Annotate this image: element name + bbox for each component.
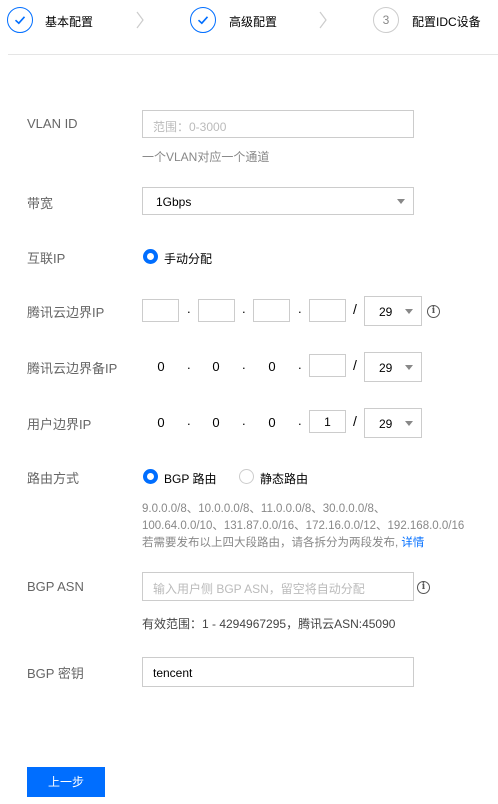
step-1-check-icon [7,7,33,33]
manual-allocation-radio[interactable] [143,249,158,264]
details-link[interactable]: 详情 [401,537,424,549]
tencent-backup-ip-mask-select[interactable]: 29 [364,352,422,382]
slash-separator: / [353,357,357,373]
vlan-id-input[interactable]: 范围：0-3000 [142,110,414,138]
dc-connect-wizard: 基本配置 高级配置 3 配置IDC设备 VLAN ID 范围：0-3000 一个… [0,0,498,804]
tencent-edge-ip-octet-2[interactable] [198,299,235,322]
caret-down-icon [405,365,413,370]
step-2-check-icon [190,7,216,33]
step-1-label: 基本配置 [45,15,94,29]
tencent-edge-ip-octet-4[interactable] [309,299,346,322]
slash-separator: / [353,413,357,429]
step-2-label: 高级配置 [229,15,278,29]
chevron-right-icon [136,11,144,29]
dot-separator: . [242,357,246,372]
caret-down-icon [405,309,413,314]
bgp-asn-label: BGP ASN [27,579,84,594]
chevron-right-icon [319,11,327,29]
bgp-key-value: tencent [153,666,193,680]
info-icon[interactable]: i [427,305,440,318]
static-routing-radio[interactable] [239,469,254,484]
dot-separator: . [298,357,302,372]
dot-separator: . [187,413,191,428]
caret-down-icon [405,421,413,426]
caret-down-icon [397,199,405,204]
reserved-routes-line-1: 9.0.0.0/8、10.0.0.0/8、11.0.0.0/8、30.0.0.0… [142,503,386,515]
dot-separator: . [187,357,191,372]
bandwidth-select[interactable]: 1Gbps [142,187,414,215]
user-edge-ip-octet-4[interactable]: 1 [309,410,346,433]
tencent-backup-ip-octet-3: 0 [268,359,276,374]
tencent-backup-ip-octet-1: 0 [157,359,165,374]
previous-step-button[interactable]: 上一步 [27,767,105,797]
step-3-label: 配置IDC设备 [412,15,481,29]
bgp-asn-hint: 有效范围：1 - 4294967295，腾讯云ASN:45090 [142,617,396,631]
dot-separator: . [298,301,302,316]
tencent-edge-ip-label: 腾讯云边界IP [27,305,105,320]
user-edge-ip-mask-select[interactable]: 29 [364,408,422,438]
vlan-id-hint: 一个VLAN对应一个通道 [142,150,270,164]
bgp-key-input[interactable]: tencent [142,657,414,687]
tencent-backup-ip-octet-4[interactable] [309,354,346,377]
tencent-backup-ip-octet-2: 0 [212,359,220,374]
bandwidth-label: 带宽 [27,196,54,211]
step-3-number: 3 [373,7,399,33]
dot-separator: . [187,301,191,316]
bgp-routing-radio[interactable] [143,469,158,484]
tencent-backup-ip-label: 腾讯云边界备IP [27,361,118,376]
vlan-id-placeholder: 范围：0-3000 [153,120,227,134]
tencent-edge-ip-octet-3[interactable] [253,299,290,322]
bgp-asn-placeholder: 输入用户侧 BGP ASN，留空将自动分配 [153,582,365,596]
bgp-key-label: BGP 密钥 [27,666,84,681]
routing-method-label: 路由方式 [27,471,80,486]
user-edge-ip-octet-3: 0 [268,415,276,430]
vlan-id-label: VLAN ID [27,116,78,131]
user-edge-ip-label: 用户边界IP [27,417,92,432]
dot-separator: . [242,301,246,316]
bandwidth-value: 1Gbps [156,195,192,209]
user-edge-ip-octet-2: 0 [212,415,220,430]
steps-divider [8,54,498,55]
dot-separator: . [298,413,302,428]
reserved-routes-line-2: 100.64.0.0/10、131.87.0.0/16、172.16.0.0/1… [142,520,465,532]
manual-allocation-label: 手动分配 [164,252,213,266]
dot-separator: . [242,413,246,428]
slash-separator: / [353,301,357,317]
bgp-routing-label: BGP 路由 [164,472,217,486]
interconnect-ip-label: 互联IP [27,251,66,266]
info-icon[interactable]: i [417,581,430,594]
tencent-edge-ip-mask-select[interactable]: 29 [364,296,422,326]
user-edge-ip-octet-1: 0 [157,415,165,430]
static-routing-label: 静态路由 [260,472,309,486]
tencent-edge-ip-octet-1[interactable] [142,299,179,322]
reserved-routes-note: 9.0.0.0/8、10.0.0.0/8、11.0.0.0/8、30.0.0.0… [142,501,464,552]
reserved-routes-line-3: 若需要发布以上四大段路由，请各拆分为两段发布, [142,537,399,549]
bgp-asn-input[interactable]: 输入用户侧 BGP ASN，留空将自动分配 [142,572,414,601]
